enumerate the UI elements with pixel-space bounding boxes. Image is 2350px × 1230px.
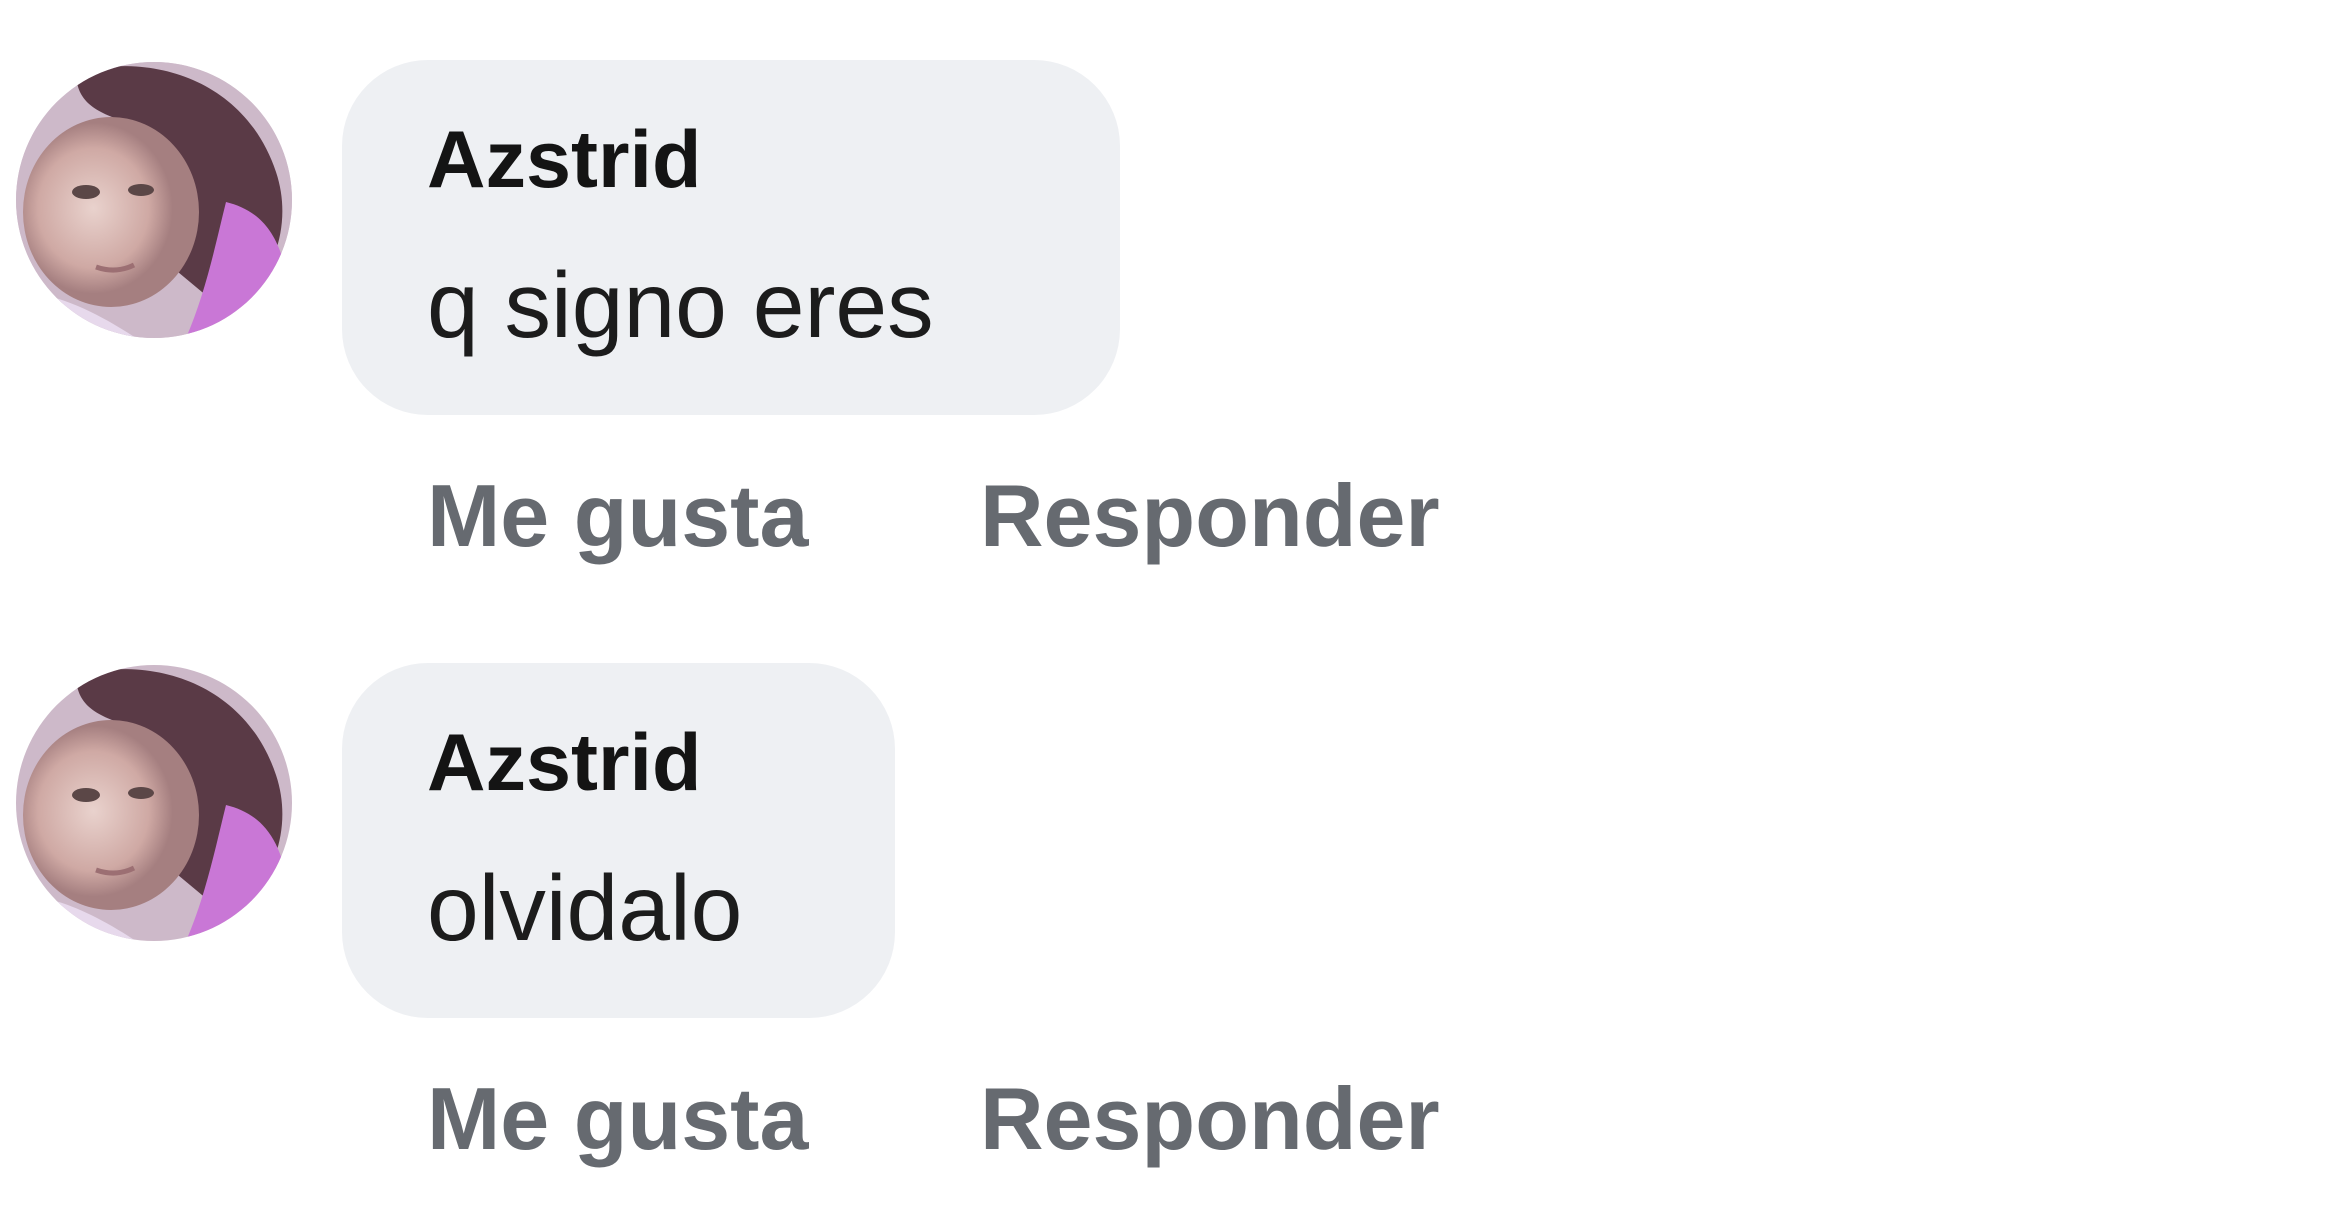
profile-photo-icon — [16, 62, 292, 338]
comment: Azstrid olvidalo Me gusta Responder — [0, 603, 2350, 1203]
reply-button[interactable]: Responder — [980, 465, 1440, 567]
reply-button[interactable]: Responder — [980, 1068, 1440, 1170]
avatar[interactable] — [16, 62, 292, 338]
like-button[interactable]: Me gusta — [427, 465, 808, 567]
comments-thread: Azstrid q signo eres Me gusta Responder — [0, 0, 2350, 1230]
like-button[interactable]: Me gusta — [427, 1068, 808, 1170]
comment-author[interactable]: Azstrid — [427, 717, 702, 810]
comment-bubble: Azstrid olvidalo — [342, 663, 895, 1018]
avatar[interactable] — [16, 665, 292, 941]
comment-bubble: Azstrid q signo eres — [342, 60, 1120, 415]
comment-author[interactable]: Azstrid — [427, 114, 702, 207]
profile-photo-icon — [16, 665, 292, 941]
comment-text: olvidalo — [427, 856, 743, 960]
comment: Azstrid q signo eres Me gusta Responder — [0, 0, 2350, 600]
comment-text: q signo eres — [427, 253, 934, 357]
